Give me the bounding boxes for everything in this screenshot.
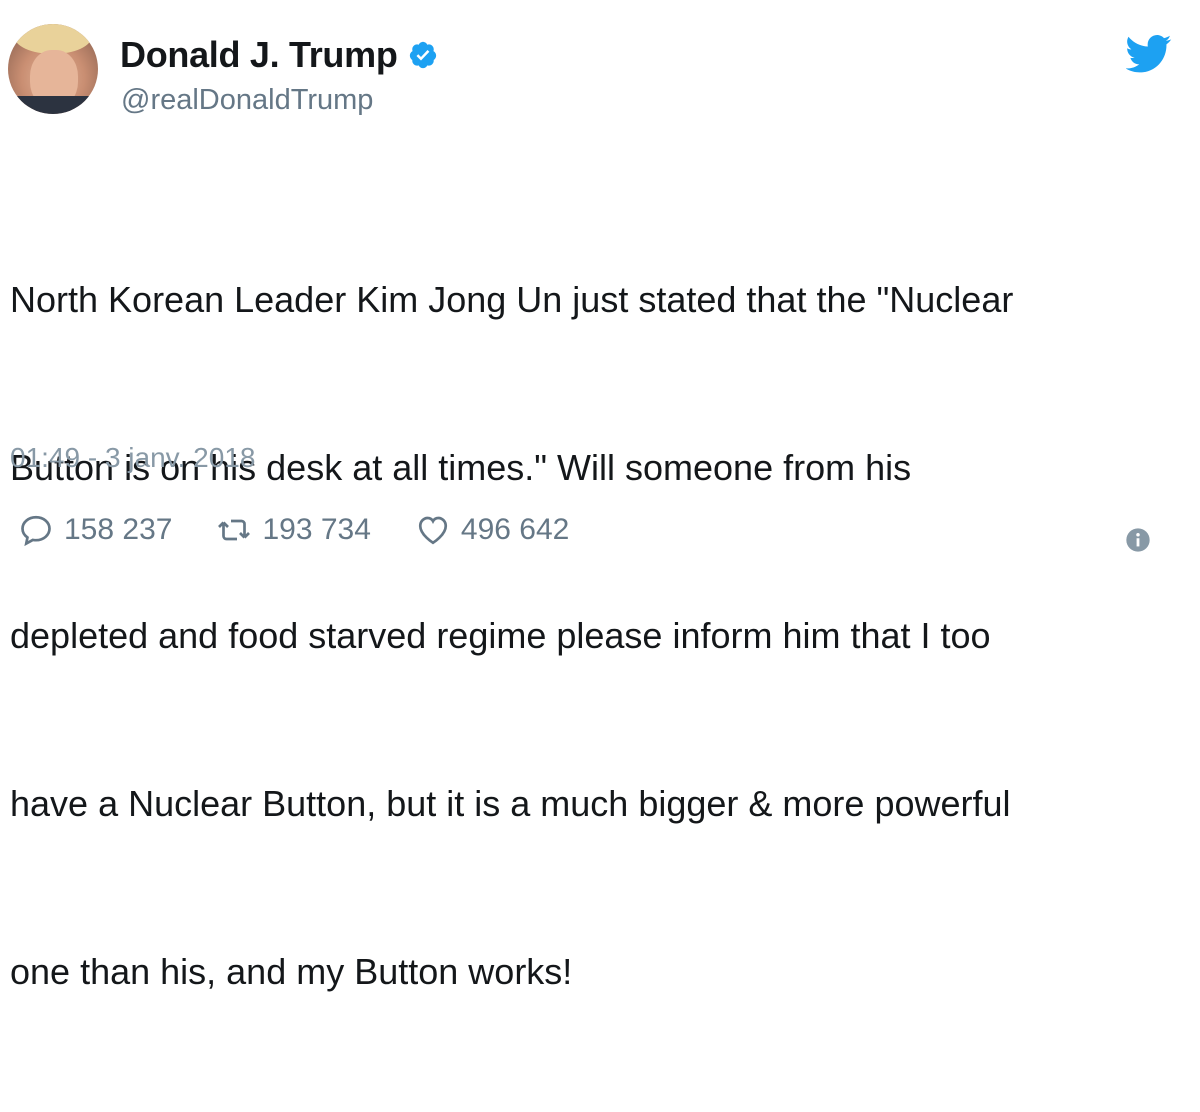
author-handle[interactable]: @realDonaldTrump (121, 84, 373, 117)
like-button[interactable]: 496 642 (415, 512, 569, 548)
tweet-text-line: have a Nuclear Button, but it is a much … (10, 783, 1011, 824)
retweet-button[interactable]: 193 734 (216, 512, 371, 548)
avatar-suit (8, 96, 98, 114)
author-display-name[interactable]: Donald J. Trump (120, 34, 398, 76)
retweet-icon (218, 519, 251, 541)
tweet-text-line: North Korean Leader Kim Jong Un just sta… (10, 279, 1014, 320)
tweet-text-line: one than his, and my Button works! (10, 951, 573, 992)
tweet-timestamp[interactable]: 01:49 - 3 janv. 2018 (10, 442, 255, 474)
heart-icon (418, 516, 448, 545)
reply-count: 158 237 (64, 513, 173, 546)
tweet-actions: 158 237 193 734 496 642 (18, 512, 569, 548)
reply-icon (21, 515, 51, 547)
tweet-text-line: depleted and food starved regime please … (10, 615, 991, 656)
retweet-count: 193 734 (262, 513, 371, 546)
twitter-bird-icon[interactable] (1126, 34, 1172, 74)
avatar[interactable] (8, 24, 98, 114)
verified-badge-icon (409, 41, 436, 69)
author-name-row: Donald J. Trump (120, 34, 438, 76)
reply-button[interactable]: 158 237 (18, 512, 172, 548)
tweet-text: North Korean Leader Kim Jong Un just sta… (10, 160, 1180, 1112)
tweet-card: Donald J. Trump @realDonaldTrump North K… (0, 0, 1200, 992)
like-count: 496 642 (460, 513, 570, 546)
info-icon[interactable] (1124, 526, 1152, 554)
